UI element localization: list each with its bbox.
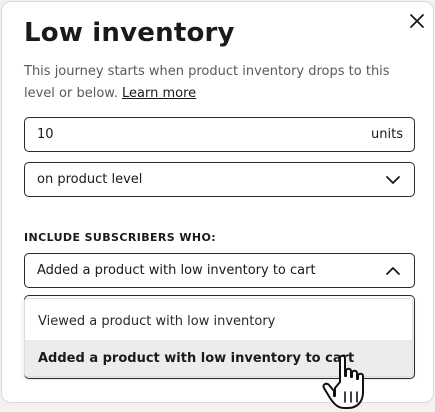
subscribers-select-value: Added a product with low inventory to ca… xyxy=(37,263,316,278)
subscribers-select[interactable]: Added a product with low inventory to ca… xyxy=(24,253,415,288)
hand-pointer-cursor xyxy=(322,354,364,409)
modal-title: Low inventory xyxy=(24,18,235,48)
modal-description: This journey starts when product invento… xyxy=(24,61,419,105)
description-text: This journey starts when product invento… xyxy=(24,64,390,101)
inventory-threshold-input[interactable]: 10 units xyxy=(24,117,415,152)
low-inventory-modal: Low inventory This journey starts when p… xyxy=(1,1,434,403)
chevron-up-icon xyxy=(386,267,400,275)
threshold-unit: units xyxy=(371,127,403,142)
level-select-value: on product level xyxy=(37,172,143,187)
close-icon[interactable] xyxy=(406,10,428,32)
learn-more-link[interactable]: Learn more xyxy=(122,86,196,101)
option-viewed-product[interactable]: Viewed a product with low inventory xyxy=(25,303,412,340)
chevron-down-icon xyxy=(386,176,400,184)
threshold-value: 10 xyxy=(37,127,54,142)
level-select[interactable]: on product level xyxy=(24,162,415,197)
include-subscribers-label: INCLUDE SUBSCRIBERS WHO: xyxy=(24,231,217,244)
